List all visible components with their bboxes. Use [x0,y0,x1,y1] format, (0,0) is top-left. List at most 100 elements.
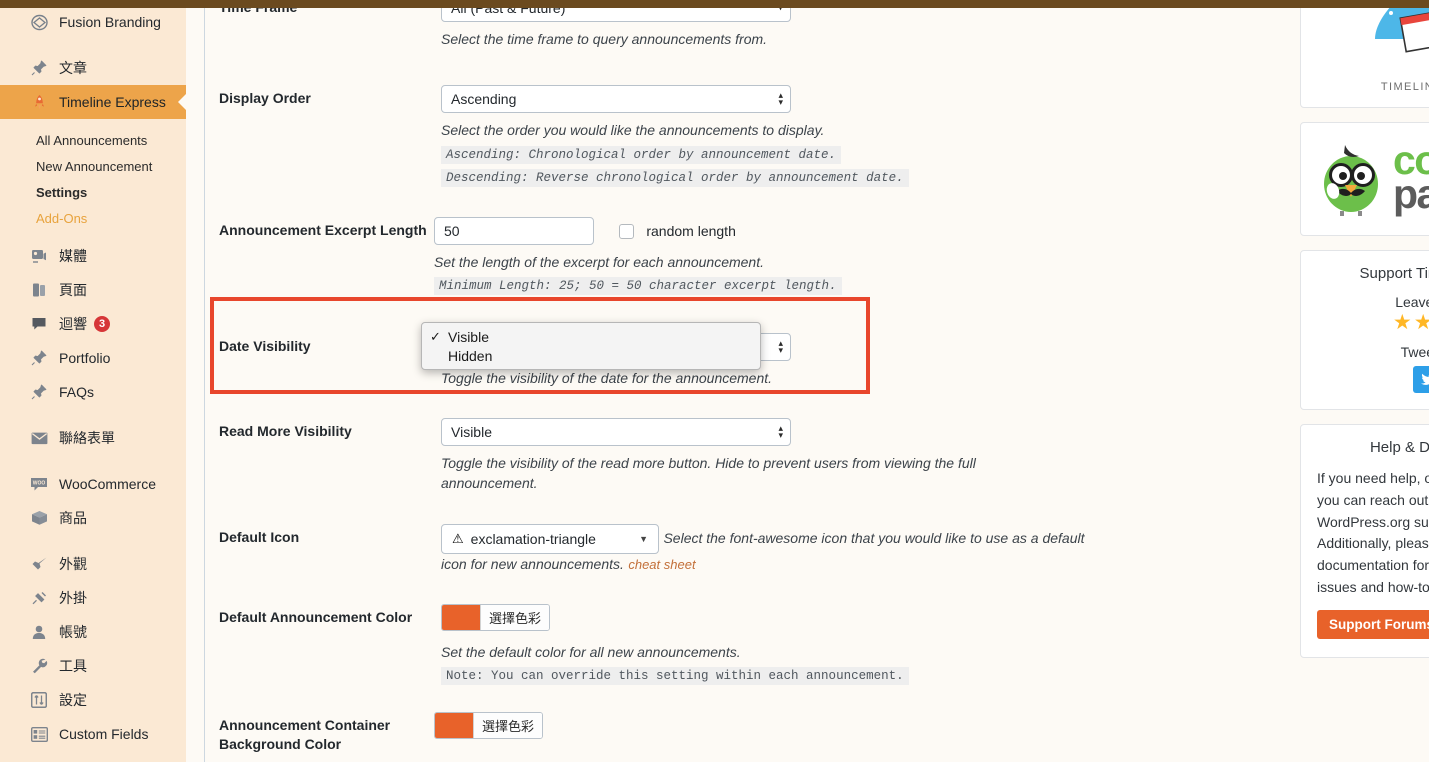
sidebar-item-faqs[interactable]: FAQs [0,375,186,409]
default-icon-select[interactable]: ⚠ exclamation-triangle ▼ [441,523,659,554]
field-label: Display Order [219,90,311,107]
timeline-express-logo-card: TIMELINE EXPRESS [1300,0,1429,108]
sidebar-item-tools[interactable]: 工具 [0,649,186,683]
display-order-select-wrap[interactable]: Ascending ▴ ▾ [441,85,791,114]
check-icon: ✓ [430,328,441,344]
support-widget: Support Timeline Express Leave A Review … [1300,250,1429,411]
submenu-label: All Announcements [36,132,148,148]
date-visibility-dropdown-popup[interactable]: ✓ Visible Hidden [421,322,761,370]
field-read-more-visibility: Read More Visibility Visible ▴ ▾ Toggle t… [219,418,1114,494]
sidebar-divider [0,39,186,51]
field-label: Announcement Container Background Color [219,717,391,753]
dropdown-option-hidden[interactable]: Hidden [422,346,760,365]
slider-icon [28,758,50,762]
excerpt-length-input[interactable] [434,216,594,245]
sidebar-item-custom-fields[interactable]: Custom Fields [0,717,186,751]
sidebar-item-users[interactable]: 帳號 [0,615,186,649]
user-icon [28,622,50,642]
codeparrots-logo-card: code parrots [1300,122,1429,236]
wordpress-admin-screen: Fusion Branding 文章 Timeline Express All … [0,0,1429,762]
sidebar-item-products[interactable]: 商品 [0,501,186,535]
sidebar-item-timeline-express[interactable]: Timeline Express [0,85,186,119]
sidebar-item-add-ons[interactable]: Add-Ons [0,205,186,231]
dropdown-option-visible[interactable]: ✓ Visible [422,327,760,346]
sidebar-item-label: 頁面 [59,282,87,298]
envelope-icon [28,428,50,448]
sidebar-item-label: 商品 [59,510,87,526]
field-excerpt-length: Announcement Excerpt Length random lengt… [219,216,1114,295]
submenu-label: Add-Ons [36,210,88,226]
dropdown-option-label: Hidden [448,347,493,364]
svg-text:WOO: WOO [33,480,46,486]
field-note-2: Descending: Reverse chronological order … [441,168,909,187]
field-container-bg-color: Announcement Container Background Color … [219,712,1114,754]
field-note: Note: You can override this setting with… [441,667,909,686]
timeline-express-rocket-logo [1375,0,1429,53]
sidebar-item-portfolio[interactable]: Portfolio [0,341,186,375]
submenu-label: Settings [36,184,88,200]
sidebar-item-elastic-slider[interactable]: Elastic Slider [0,751,186,762]
sidebar-item-label: 迴響 [59,316,87,332]
random-length-checkbox[interactable] [618,223,634,239]
container-bg-color-picker-button[interactable]: 選擇色彩 [434,712,544,740]
wrench-icon [28,656,50,676]
sidebar-widgets: TIMELINE EXPRESS [1300,0,1429,672]
display-order-select[interactable]: Ascending [441,85,791,114]
sidebar-item-label: 帳號 [59,624,87,640]
codeparrots-word-parrots: parrots [1393,171,1429,217]
exclamation-triangle-icon: ⚠ [452,530,464,546]
sidebar-item-comments[interactable]: 迴響 3 [0,307,186,341]
help-widget-body: If you need help, or run into any issues… [1317,470,1429,595]
comments-icon [28,314,50,334]
help-documentation-widget: Help & Documentation If you need help, o… [1300,424,1429,659]
sidebar-item-settings-main[interactable]: 設定 [0,683,186,717]
sidebar-item-settings[interactable]: Settings [0,179,186,205]
sidebar-item-woocommerce[interactable]: WOO WooCommerce [0,467,186,501]
sidebar-divider [0,119,186,127]
tweet-button[interactable]: 推文 [1412,366,1429,394]
field-description: Set the length of the excerpt for each a… [434,253,764,270]
chevron-down-icon: ▼ [639,533,648,544]
field-default-announcement-color: Default Announcement Color 選擇色彩 Set the … [219,604,1114,686]
star-rating-icon[interactable]: ★★★★★ [1301,310,1429,335]
sidebar-item-appearance[interactable]: 外觀 [0,547,186,581]
sidebar-item-new-announcement[interactable]: New Announcement [0,153,186,179]
sidebar-item-posts[interactable]: 文章 [0,51,186,85]
sidebar-item-all-announcements[interactable]: All Announcements [0,127,186,153]
parrot-icon [1324,145,1378,216]
admin-sidebar[interactable]: Fusion Branding 文章 Timeline Express All … [0,0,186,762]
pages-icon [28,280,50,300]
field-label: Announcement Excerpt Length [219,221,427,238]
sidebar-item-media[interactable]: 媒體 [0,239,186,273]
field-label: Date Visibility [219,337,311,354]
woo-icon: WOO [28,474,50,494]
field-label: Read More Visibility [219,423,352,440]
sidebar-item-label: Fusion Branding [59,14,161,30]
help-widget-title: Help & Documentation [1369,439,1429,457]
field-description: Select the time frame to query announcem… [441,31,768,47]
sidebar-item-plugins[interactable]: 外掛 [0,581,186,615]
field-label: Default Icon [219,528,300,545]
sidebar-divider [0,535,186,547]
sidebar-item-pages[interactable]: 頁面 [0,273,186,307]
field-note: Minimum Length: 25; 50 = 50 character ex… [434,276,842,295]
read-more-visibility-select-wrap[interactable]: Visible ▴ ▾ [441,418,791,447]
read-more-visibility-select[interactable]: Visible [441,418,791,447]
tweet-about-it-label: Tweet About It [1400,344,1429,361]
color-picker-label: 選擇色彩 [473,713,543,739]
default-icon-value: exclamation-triangle [470,530,596,547]
random-length-label: random length [646,223,736,240]
support-forums-button[interactable]: Support Forums [1317,610,1429,640]
sidebar-divider [0,231,186,239]
sidebar-item-label: Portfolio [59,350,111,366]
logo-caption: TIMELINE EXPRESS [1380,81,1429,93]
sidebar-item-label: 工具 [59,658,87,674]
sidebar-item-label: 外觀 [59,556,87,572]
field-display-order: Display Order Ascending ▴ ▾ Select the or… [219,85,1114,187]
sidebar-item-contact-form[interactable]: 聯絡表單 [0,421,186,455]
cheat-sheet-link[interactable]: cheat sheet [628,557,695,572]
sidebar-divider [0,409,186,421]
sidebar-item-label: Custom Fields [59,726,149,742]
default-color-picker-button[interactable]: 選擇色彩 [441,604,551,632]
sidebar-item-fusion-branding[interactable]: Fusion Branding [0,5,186,39]
